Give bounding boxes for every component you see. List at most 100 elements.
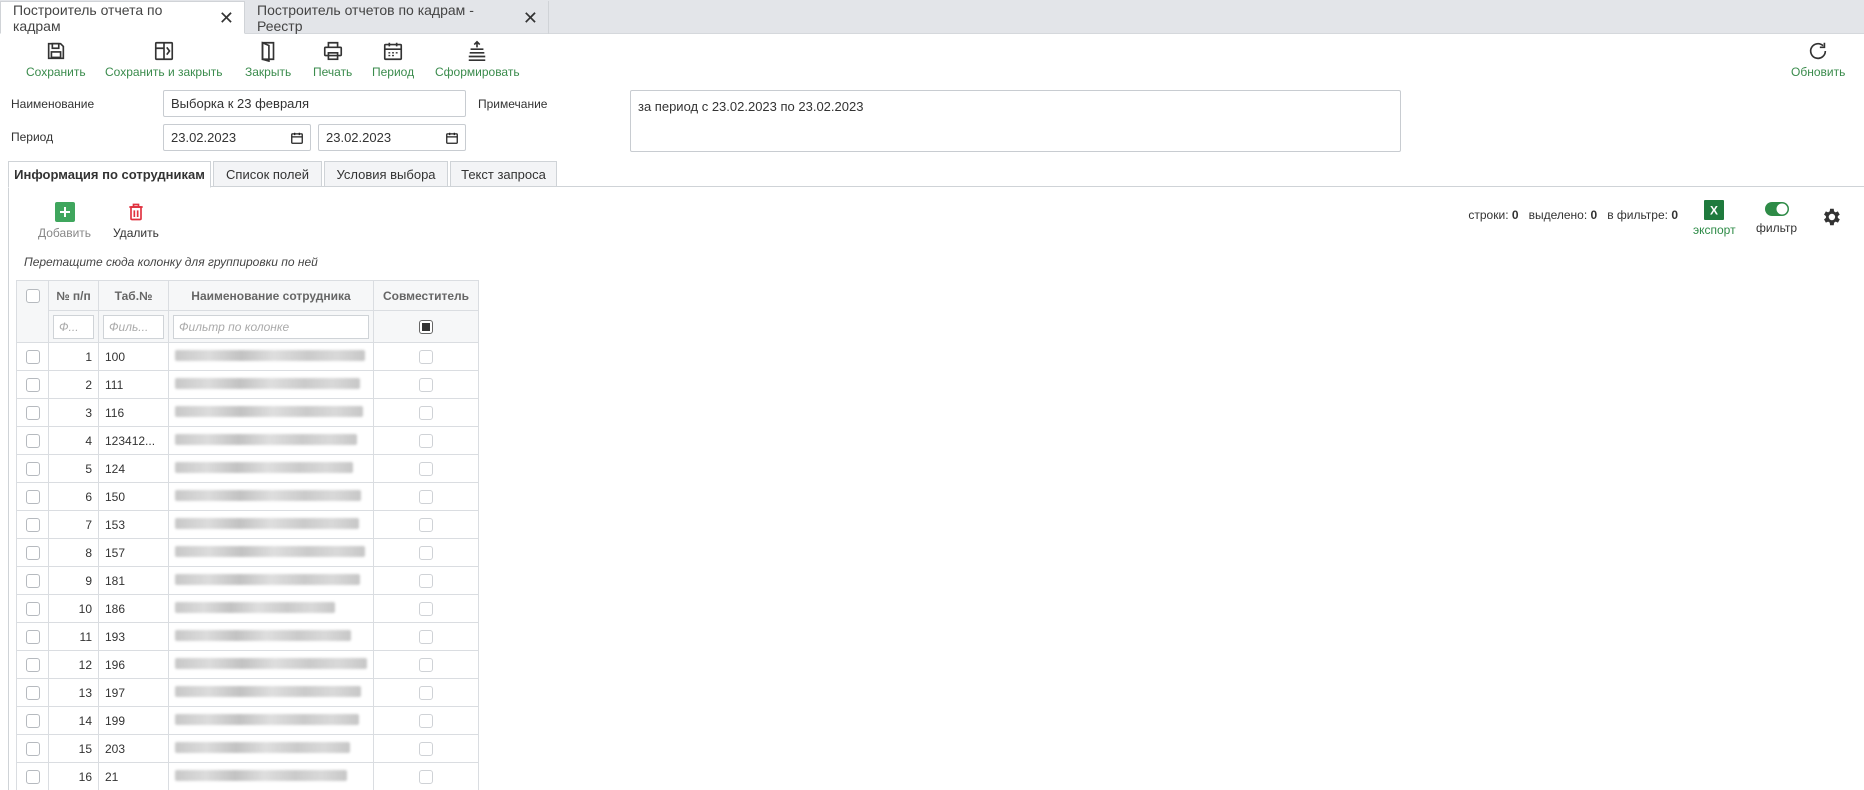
- part-timer-checkbox[interactable]: [419, 349, 433, 364]
- close-button[interactable]: Закрыть: [245, 40, 291, 79]
- note-textarea[interactable]: за период с 23.02.2023 по 23.02.2023: [630, 90, 1401, 152]
- part-timer-checkbox[interactable]: [419, 433, 433, 448]
- row-checkbox[interactable]: [25, 629, 40, 644]
- part-timer-checkbox[interactable]: [419, 405, 433, 420]
- save-and-close-button[interactable]: Сохранить и закрыть: [105, 40, 222, 79]
- name-input[interactable]: Выборка к 23 февраля: [163, 90, 466, 117]
- table-row[interactable]: 14 199: [16, 706, 479, 735]
- row-checkbox[interactable]: [25, 433, 40, 448]
- table-row[interactable]: 12 196: [16, 650, 479, 679]
- table-row[interactable]: 11 193: [16, 622, 479, 651]
- plus-icon: [54, 202, 75, 222]
- part-timer-checkbox[interactable]: [419, 377, 433, 392]
- part-timer-checkbox[interactable]: [419, 601, 433, 616]
- tab-query-text[interactable]: Текст запроса: [450, 161, 557, 187]
- row-checkbox[interactable]: [25, 573, 40, 588]
- part-timer-checkbox[interactable]: [419, 685, 433, 700]
- filter-toggle[interactable]: фильтр: [1756, 201, 1797, 235]
- select-all-checkbox[interactable]: [25, 288, 40, 303]
- row-checkbox[interactable]: [25, 713, 40, 728]
- part-timer-checkbox[interactable]: [419, 489, 433, 504]
- row-checkbox[interactable]: [25, 685, 40, 700]
- column-header-number[interactable]: № п/п: [48, 280, 99, 311]
- part-timer-filter-checkbox[interactable]: [419, 319, 433, 334]
- part-timer-checkbox[interactable]: [419, 741, 433, 756]
- close-icon[interactable]: ✕: [523, 9, 538, 27]
- period-button[interactable]: Период: [372, 40, 414, 79]
- row-checkbox[interactable]: [25, 545, 40, 560]
- table-row[interactable]: 3 116: [16, 398, 479, 427]
- grid-stats: строки: 0 выделено: 0 в фильтре: 0: [1468, 208, 1678, 222]
- row-tab-number: 181: [98, 566, 169, 595]
- row-checkbox[interactable]: [25, 489, 40, 504]
- export-button[interactable]: X экспорт: [1693, 200, 1736, 237]
- row-select-cell: [16, 538, 49, 567]
- calendar-icon[interactable]: [290, 131, 304, 145]
- row-number: 12: [48, 650, 99, 679]
- row-checkbox[interactable]: [25, 405, 40, 420]
- table-row[interactable]: 5 124: [16, 454, 479, 483]
- doc-tab-report-builder[interactable]: Построитель отчета по кадрам ✕: [0, 1, 245, 34]
- employee-name-filter-input[interactable]: Фильтр по колонке: [173, 314, 369, 339]
- period-from-value: 23.02.2023: [171, 130, 237, 145]
- save-button[interactable]: Сохранить: [26, 40, 86, 79]
- calendar-icon[interactable]: [445, 131, 459, 145]
- table-row[interactable]: 9 181: [16, 566, 479, 595]
- part-timer-checkbox[interactable]: [419, 629, 433, 644]
- tab-employee-info[interactable]: Информация по сотрудникам: [8, 161, 211, 188]
- table-row[interactable]: 10 186: [16, 594, 479, 623]
- row-checkbox[interactable]: [25, 657, 40, 672]
- table-row[interactable]: 8 157: [16, 538, 479, 567]
- row-checkbox[interactable]: [25, 461, 40, 476]
- print-button[interactable]: Печать: [313, 40, 352, 79]
- print-label: Печать: [313, 65, 353, 79]
- part-timer-checkbox[interactable]: [419, 713, 433, 728]
- table-row[interactable]: 1 100: [16, 342, 479, 371]
- row-checkbox[interactable]: [25, 769, 40, 784]
- part-timer-checkbox[interactable]: [419, 517, 433, 532]
- table-row[interactable]: 4 123412...: [16, 426, 479, 455]
- row-checkbox[interactable]: [25, 517, 40, 532]
- doc-tab-report-registry[interactable]: Построитель отчетов по кадрам - Реестр ✕: [245, 1, 549, 34]
- table-row[interactable]: 16 21: [16, 762, 479, 790]
- row-tab-number: 199: [98, 706, 169, 735]
- add-button[interactable]: Добавить: [38, 202, 91, 240]
- close-icon[interactable]: ✕: [219, 9, 234, 27]
- row-number: 8: [48, 538, 99, 567]
- employee-name-filter-cell: Фильтр по колонке: [168, 310, 374, 343]
- table-row[interactable]: 7 153: [16, 510, 479, 539]
- period-from-input[interactable]: 23.02.2023: [163, 124, 311, 151]
- table-row[interactable]: 13 197: [16, 678, 479, 707]
- tab-number-filter-input[interactable]: Филь...: [103, 314, 164, 339]
- part-timer-checkbox[interactable]: [419, 545, 433, 560]
- column-header-tab-number[interactable]: Таб.№: [98, 280, 169, 311]
- document-tab-strip: Построитель отчета по кадрам ✕ Построите…: [0, 0, 1864, 34]
- row-checkbox[interactable]: [25, 601, 40, 616]
- generate-button[interactable]: Сформировать: [435, 40, 520, 79]
- part-timer-checkbox[interactable]: [419, 657, 433, 672]
- column-header-employee-name[interactable]: Наименование сотрудника: [168, 280, 374, 311]
- part-timer-checkbox[interactable]: [419, 573, 433, 588]
- row-number: 7: [48, 510, 99, 539]
- tab-field-list[interactable]: Список полей: [213, 161, 322, 187]
- number-filter-input[interactable]: Ф...: [53, 314, 94, 339]
- column-header-part-timer[interactable]: Совместитель: [373, 280, 479, 311]
- redacted-name: [175, 377, 360, 389]
- part-timer-checkbox[interactable]: [419, 769, 433, 784]
- grid-settings-button[interactable]: [1820, 206, 1842, 228]
- select-all-header[interactable]: [16, 280, 49, 343]
- row-part-timer: [373, 566, 479, 595]
- tab-selection-conditions[interactable]: Условия выбора: [324, 161, 448, 187]
- refresh-button[interactable]: Обновить: [1791, 40, 1845, 79]
- table-row[interactable]: 2 111: [16, 370, 479, 399]
- part-timer-filter-cell: [373, 310, 479, 343]
- part-timer-checkbox[interactable]: [419, 461, 433, 476]
- door-icon: [261, 41, 275, 62]
- delete-button[interactable]: Удалить: [113, 202, 159, 240]
- period-to-input[interactable]: 23.02.2023: [318, 124, 466, 151]
- table-row[interactable]: 15 203: [16, 734, 479, 763]
- row-checkbox[interactable]: [25, 377, 40, 392]
- row-checkbox[interactable]: [25, 741, 40, 756]
- row-checkbox[interactable]: [25, 349, 40, 364]
- table-row[interactable]: 6 150: [16, 482, 479, 511]
